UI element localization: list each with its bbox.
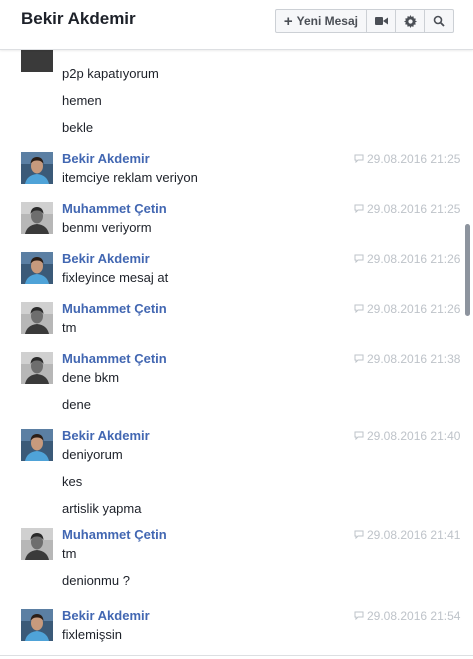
conversation-header: Bekir Akdemir + Yeni Mesaj xyxy=(0,0,473,50)
video-icon xyxy=(374,17,388,25)
message-timestamp: 29.08.2016 21:54 xyxy=(354,609,460,623)
timestamp-text: 29.08.2016 21:54 xyxy=(367,609,461,623)
sender-name[interactable]: Muhammet Çetin xyxy=(62,351,167,366)
plus-icon: + xyxy=(283,12,293,30)
speech-bubble-icon xyxy=(354,302,364,316)
avatar[interactable] xyxy=(21,302,53,334)
sender-name[interactable]: Bekir Akdemir xyxy=(62,151,150,166)
new-message-label: Yeni Mesaj xyxy=(296,14,358,28)
timestamp-text: 29.08.2016 21:40 xyxy=(367,429,461,443)
timestamp-text: 29.08.2016 21:41 xyxy=(367,528,461,542)
avatar[interactable] xyxy=(21,609,53,641)
sender-name[interactable]: Bekir Akdemir xyxy=(62,251,150,266)
message-text: bekle xyxy=(62,120,94,135)
sender-name[interactable]: Bekir Akdemir xyxy=(62,608,150,623)
avatar[interactable] xyxy=(21,352,53,384)
message-timestamp: 29.08.2016 21:25 xyxy=(354,152,460,166)
message-text: fixlemişsin xyxy=(62,627,122,642)
message-text: p2p kapatıyorum xyxy=(62,66,159,81)
feed-scrollbar[interactable] xyxy=(465,224,470,316)
avatar[interactable] xyxy=(21,528,53,560)
header-toolbar: + Yeni Mesaj xyxy=(274,9,454,33)
sender-name[interactable]: Muhammet Çetin xyxy=(62,201,167,216)
sender-name[interactable]: Bekir Akdemir xyxy=(62,428,150,443)
search-icon xyxy=(433,15,445,27)
settings-button[interactable] xyxy=(396,9,425,33)
timestamp-text: 29.08.2016 21:26 xyxy=(367,302,461,316)
speech-bubble-icon xyxy=(354,609,364,623)
timestamp-text: 29.08.2016 21:26 xyxy=(367,252,461,266)
message-text: dene bkm xyxy=(62,370,120,385)
message-timestamp: 29.08.2016 21:38 xyxy=(354,352,460,366)
message-timestamp: 29.08.2016 21:25 xyxy=(354,202,460,216)
message-timestamp: 29.08.2016 21:41 xyxy=(354,528,460,542)
avatar[interactable] xyxy=(21,152,53,184)
message-timestamp: 29.08.2016 21:26 xyxy=(354,302,460,316)
speech-bubble-icon xyxy=(354,429,364,443)
message-text: hemen xyxy=(62,93,102,108)
conversation-title: Bekir Akdemir xyxy=(21,9,136,28)
message-text: itemciye reklam veriyon xyxy=(62,170,198,185)
speech-bubble-icon xyxy=(354,528,364,542)
message-text: kes xyxy=(62,474,83,489)
message-text: artislik yapma xyxy=(62,501,142,516)
message-text: fixleyince mesaj at xyxy=(62,270,169,285)
message-text: deniyorum xyxy=(62,447,123,462)
sender-name[interactable]: Muhammet Çetin xyxy=(62,301,167,316)
avatar[interactable] xyxy=(21,429,53,461)
message-text: denionmu ? xyxy=(62,573,130,588)
timestamp-text: 29.08.2016 21:25 xyxy=(367,202,461,216)
message-text: benmı veriyorm xyxy=(62,220,152,235)
message-text: tm xyxy=(62,320,77,335)
search-button[interactable] xyxy=(425,9,454,33)
speech-bubble-icon xyxy=(354,252,364,266)
avatar[interactable] xyxy=(21,50,53,72)
sender-name[interactable]: Muhammet Çetin xyxy=(62,527,167,542)
message-text: dene xyxy=(62,397,91,412)
message-feed[interactable]: p2p kapatıyorum hemen bekle Bekir Akdemi… xyxy=(0,50,473,659)
timestamp-text: 29.08.2016 21:25 xyxy=(367,152,461,166)
speech-bubble-icon xyxy=(354,152,364,166)
avatar[interactable] xyxy=(21,252,53,284)
message-timestamp: 29.08.2016 21:26 xyxy=(354,252,460,266)
gear-icon xyxy=(403,14,417,28)
avatar[interactable] xyxy=(21,202,53,234)
video-call-button[interactable] xyxy=(367,9,396,33)
timestamp-text: 29.08.2016 21:38 xyxy=(367,352,461,366)
message-text: tm xyxy=(62,546,77,561)
speech-bubble-icon xyxy=(354,202,364,216)
new-message-button[interactable]: + Yeni Mesaj xyxy=(274,9,367,33)
speech-bubble-icon xyxy=(354,352,364,366)
message-timestamp: 29.08.2016 21:40 xyxy=(354,429,460,443)
divider xyxy=(0,655,473,656)
